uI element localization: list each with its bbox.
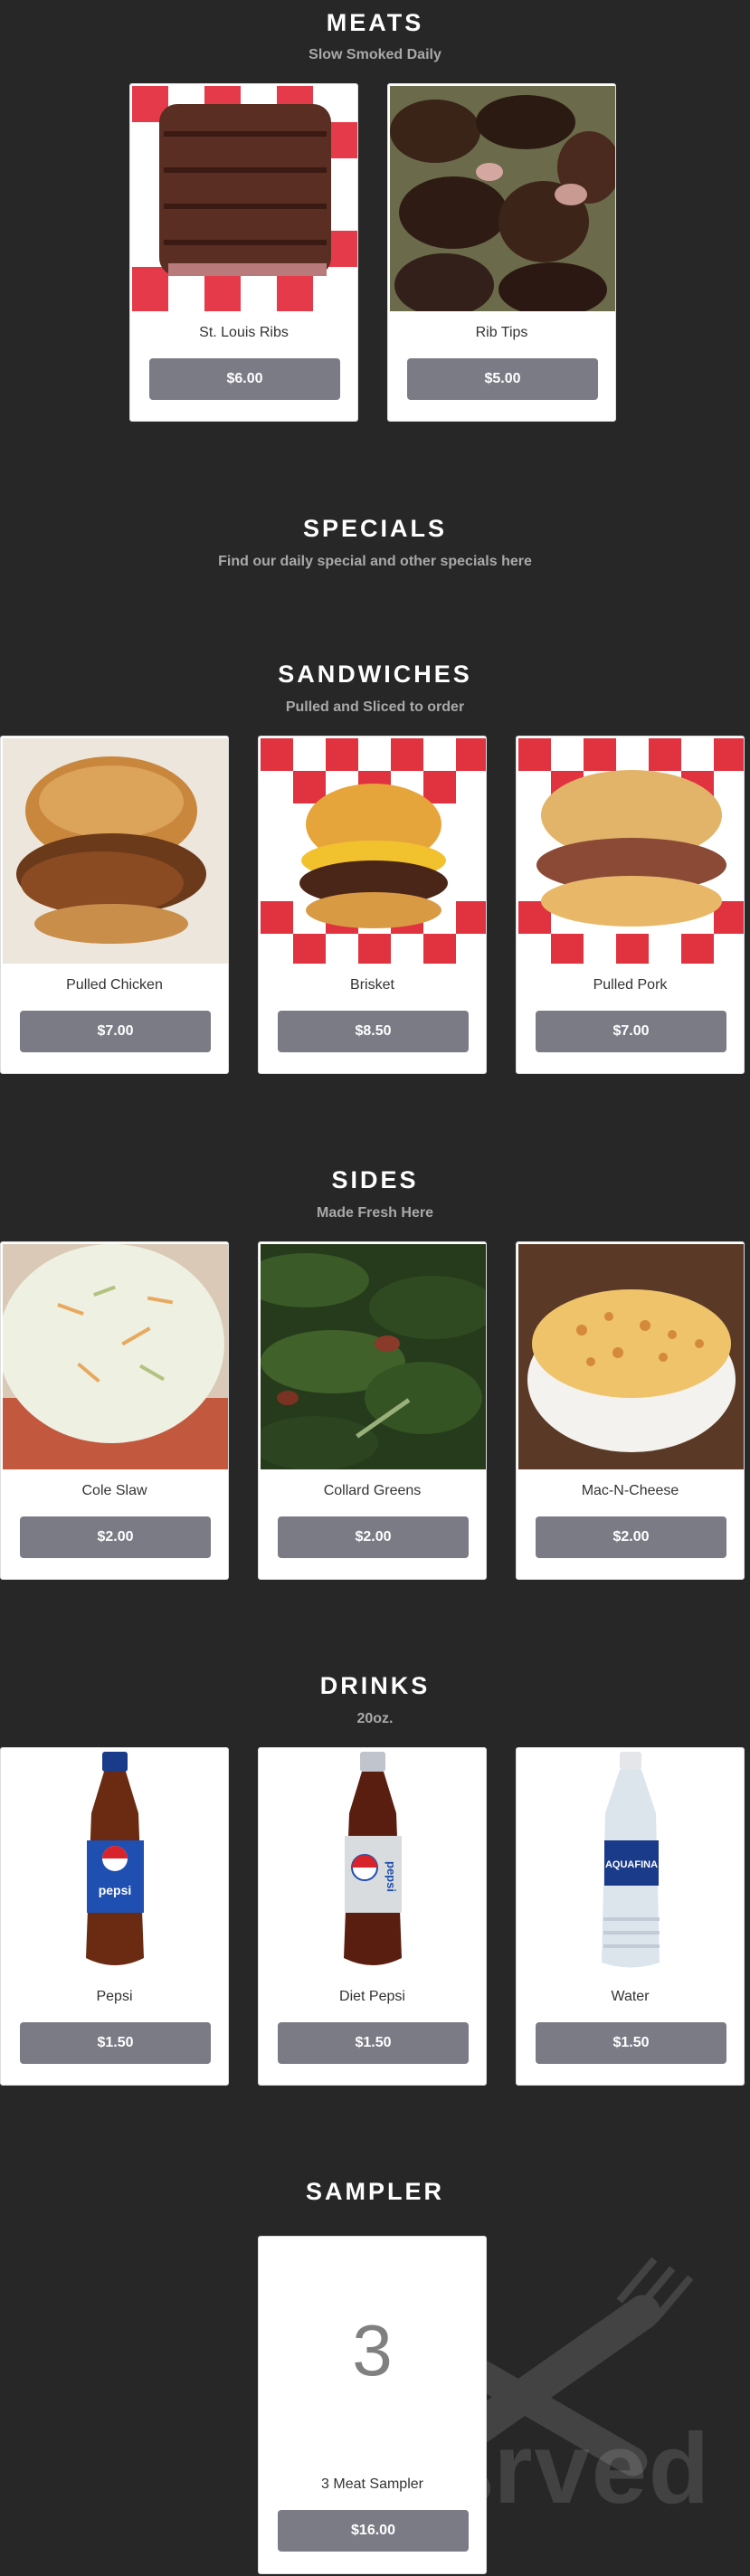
menu-item-st-louis-ribs[interactable]: St. Louis Ribs $6.00 [129, 83, 358, 422]
drinks-subtitle: 20oz. [356, 1711, 394, 1726]
water-bottle-photo: AQUAFINA [518, 1750, 744, 1975]
bottle-label: pepsi [99, 1883, 132, 1897]
bottle-label: pepsi [384, 1861, 398, 1892]
price-button[interactable]: $1.50 [20, 2022, 211, 2064]
menu-item-brisket[interactable]: Brisket $8.50 [258, 736, 487, 1074]
item-name: Mac-N-Cheese [581, 1483, 679, 1498]
brisket-photo [261, 738, 486, 964]
item-name: 3 Meat Sampler [321, 2476, 423, 2492]
price-button[interactable]: $2.00 [20, 1516, 211, 1558]
price-button[interactable]: $5.00 [407, 358, 598, 400]
pulled-chicken-photo [3, 738, 228, 964]
specials-title: SPECIALS [302, 515, 448, 542]
item-name: Diet Pepsi [339, 1989, 405, 2004]
menu-item-rib-tips[interactable]: Rib Tips $5.00 [387, 83, 616, 422]
price-button[interactable]: $7.00 [536, 1011, 726, 1052]
item-name: Cole Slaw [81, 1483, 147, 1498]
item-name: Pulled Pork [593, 977, 668, 993]
diet-pepsi-bottle-photo: pepsi [261, 1750, 486, 1975]
menu-item-collard-greens[interactable]: Collard Greens $2.00 [258, 1241, 487, 1580]
sandwiches-title: SANDWICHES [278, 661, 472, 688]
price-button[interactable]: $1.50 [536, 2022, 726, 2064]
menu-item-3-meat-sampler[interactable]: 3 3 Meat Sampler $16.00 [258, 2236, 487, 2574]
price-button[interactable]: $1.50 [278, 2022, 469, 2064]
sampler-count: 3 [352, 2310, 393, 2391]
menu-item-diet-pepsi[interactable]: pepsi Diet Pepsi $1.50 [258, 1747, 487, 2086]
price-button[interactable]: $7.00 [20, 1011, 211, 1052]
menu-item-mac-n-cheese[interactable]: Mac-N-Cheese $2.00 [516, 1241, 745, 1580]
price-button[interactable]: $6.00 [149, 358, 340, 400]
sandwiches-subtitle: Pulled and Sliced to order [285, 699, 465, 715]
item-name: Pulled Chicken [66, 977, 163, 993]
menu-item-cole-slaw[interactable]: Cole Slaw $2.00 [0, 1241, 229, 1580]
menu-item-pulled-pork[interactable]: Pulled Pork $7.00 [516, 736, 745, 1074]
price-button[interactable]: $16.00 [278, 2510, 469, 2552]
item-name: Pepsi [96, 1989, 133, 2004]
sides-title: SIDES [331, 1166, 419, 1193]
rib-tips-photo [390, 86, 615, 311]
meats-title: MEATS [326, 9, 424, 36]
item-name: St. Louis Ribs [199, 325, 289, 340]
cole-slaw-photo [3, 1244, 228, 1469]
bottle-label: AQUAFINA [605, 1859, 658, 1870]
menu-item-water[interactable]: AQUAFINA Water $1.50 [516, 1747, 745, 2086]
collard-greens-photo [261, 1244, 486, 1469]
mac-n-cheese-photo [518, 1244, 744, 1469]
meats-subtitle: Slow Smoked Daily [309, 47, 441, 62]
price-button[interactable]: $2.00 [278, 1516, 469, 1558]
menu-item-pulled-chicken[interactable]: Pulled Chicken $7.00 [0, 736, 229, 1074]
price-button[interactable]: $2.00 [536, 1516, 726, 1558]
pepsi-bottle-photo: pepsi [3, 1750, 228, 1975]
drinks-title: DRINKS [319, 1672, 431, 1699]
menu-item-pepsi[interactable]: pepsi Pepsi $1.50 [0, 1747, 229, 2086]
sampler-title: SAMPLER [305, 2178, 444, 2205]
item-name: Rib Tips [475, 325, 528, 340]
item-name: Brisket [350, 977, 394, 993]
pulled-pork-photo [518, 738, 744, 964]
sides-subtitle: Made Fresh Here [317, 1205, 433, 1221]
st-louis-ribs-photo [132, 86, 357, 311]
item-name: Collard Greens [323, 1483, 422, 1498]
price-button[interactable]: $8.50 [278, 1011, 469, 1052]
specials-subtitle: Find our daily special and other special… [218, 554, 532, 569]
item-name: Water [611, 1989, 650, 2004]
